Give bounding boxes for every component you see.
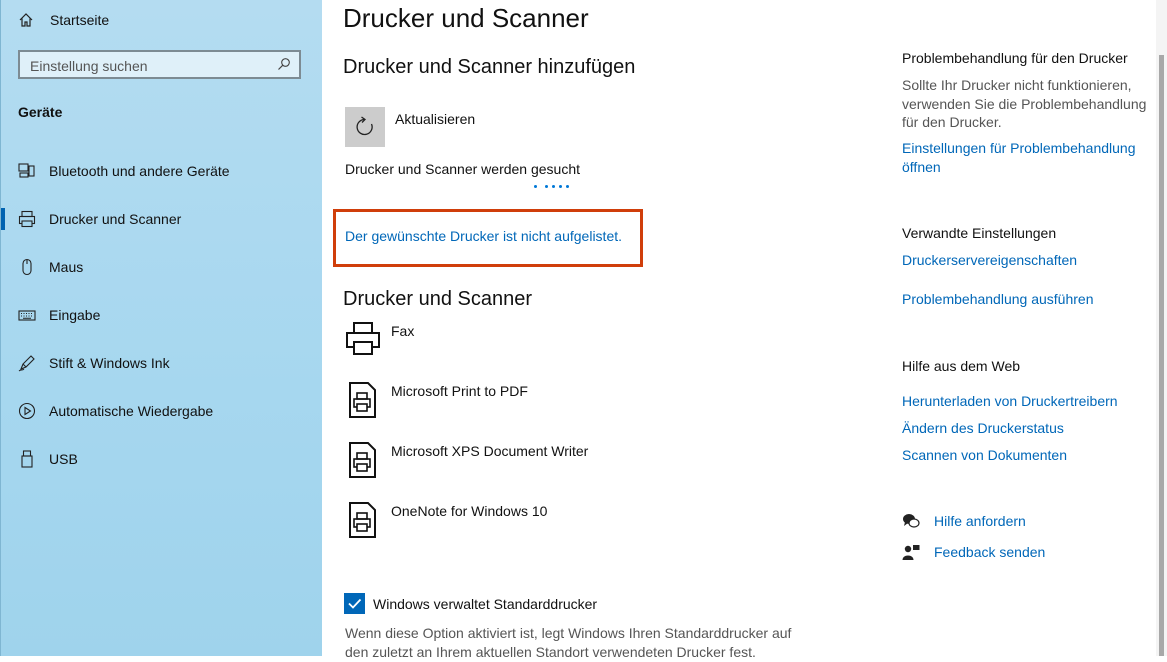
sidebar-item-printers[interactable]: Drucker und Scanner	[1, 199, 322, 239]
home-nav[interactable]: Startseite	[18, 10, 109, 30]
pen-icon	[18, 355, 35, 372]
document-printer-icon	[349, 382, 376, 418]
active-indicator	[1, 208, 5, 230]
printer-not-listed-link[interactable]: Der gewünschte Drucker ist nicht aufgeli…	[345, 228, 622, 244]
sidebar-item-label: Stift & Windows Ink	[49, 355, 170, 371]
feedback-row[interactable]: Feedback senden	[902, 543, 1045, 561]
printer-name: Microsoft XPS Document Writer	[391, 443, 589, 459]
get-help-row[interactable]: Hilfe anfordern	[902, 512, 1026, 530]
sidebar-item-label: Automatische Wiedergabe	[49, 403, 214, 419]
default-printer-checkbox[interactable]	[344, 593, 365, 614]
troubleshoot-description: Sollte Ihr Drucker nicht funktionieren, …	[902, 77, 1147, 130]
searching-status: Drucker und Scanner werden gesucht	[345, 161, 581, 177]
sidebar-item-input[interactable]: Eingabe	[1, 295, 322, 335]
document-printer-icon	[349, 442, 376, 478]
feedback-icon	[902, 545, 920, 560]
printer-name: Fax	[391, 323, 415, 339]
search-placeholder: Einstellung suchen	[30, 58, 148, 74]
category-title: Geräte	[18, 104, 63, 120]
chat-help-icon	[903, 514, 920, 528]
sidebar-item-label: Bluetooth und andere Geräte	[49, 163, 230, 179]
printer-item-onenote[interactable]: OneNote for Windows 10	[345, 500, 795, 540]
run-troubleshooter-link[interactable]: Problembehandlung ausführen	[902, 290, 1152, 309]
printer-item-pdf[interactable]: Microsoft Print to PDF	[345, 380, 795, 420]
printer-name: OneNote for Windows 10	[391, 503, 548, 519]
fax-icon	[346, 322, 380, 355]
related-settings-title: Verwandte Einstellungen	[902, 225, 1057, 241]
page-title: Drucker und Scanner	[343, 3, 589, 33]
sidebar-item-label: Eingabe	[49, 307, 101, 323]
printers-list-title: Drucker und Scanner	[343, 288, 532, 310]
printer-name: Microsoft Print to PDF	[391, 383, 528, 399]
autoplay-icon	[18, 402, 36, 420]
home-icon	[19, 13, 33, 27]
add-section-title: Drucker und Scanner hinzufügen	[343, 56, 636, 78]
progress-dots	[534, 185, 569, 188]
default-printer-label[interactable]: Windows verwaltet Standarddrucker	[373, 596, 597, 612]
download-drivers-link[interactable]: Herunterladen von Druckertreibern	[902, 392, 1152, 411]
refresh-button[interactable]	[345, 107, 385, 147]
usb-icon	[21, 450, 33, 468]
printer-item-xps[interactable]: Microsoft XPS Document Writer	[345, 440, 795, 480]
default-printer-description: Wenn diese Option aktiviert ist, legt Wi…	[345, 625, 792, 660]
sidebar-item-label: Maus	[49, 259, 84, 275]
web-help-title: Hilfe aus dem Web	[902, 358, 1021, 374]
refresh-label[interactable]: Aktualisieren	[395, 111, 475, 127]
sidebar-item-label: USB	[49, 451, 78, 467]
sidebar-item-usb[interactable]: USB	[1, 439, 322, 479]
printer-item-fax[interactable]: Fax	[345, 320, 795, 360]
refresh-icon	[356, 116, 373, 136]
home-label: Startseite	[50, 12, 110, 28]
sidebar-item-autoplay[interactable]: Automatische Wiedergabe	[1, 391, 322, 431]
feedback-link[interactable]: Feedback senden	[934, 544, 1045, 560]
checkmark-icon	[348, 598, 362, 609]
sidebar-item-pen[interactable]: Stift & Windows Ink	[1, 343, 322, 383]
sidebar: Startseite Einstellung suchen Geräte Blu…	[0, 0, 322, 656]
printer-icon	[18, 210, 36, 228]
settings-search-input[interactable]: Einstellung suchen	[18, 50, 301, 79]
sidebar-item-mouse[interactable]: Maus	[1, 247, 322, 287]
sidebar-item-bluetooth[interactable]: Bluetooth und andere Geräte	[1, 151, 322, 191]
scan-documents-link[interactable]: Scannen von Dokumenten	[902, 446, 1152, 465]
change-printer-status-link[interactable]: Ändern des Druckerstatus	[902, 419, 1152, 438]
document-printer-icon	[349, 502, 376, 538]
print-server-properties-link[interactable]: Druckerservereigenschaften	[902, 251, 1152, 270]
keyboard-icon	[18, 310, 36, 321]
sidebar-item-label: Drucker und Scanner	[49, 211, 182, 227]
mouse-icon	[22, 258, 32, 276]
troubleshoot-title: Problembehandlung für den Drucker	[902, 50, 1128, 66]
search-icon[interactable]	[277, 57, 291, 71]
bluetooth-devices-icon	[18, 163, 35, 178]
scrollbar-thumb[interactable]	[1159, 55, 1164, 656]
troubleshoot-settings-link[interactable]: Einstellungen für Problembehandlung öffn…	[902, 139, 1152, 176]
get-help-link[interactable]: Hilfe anfordern	[934, 513, 1026, 529]
